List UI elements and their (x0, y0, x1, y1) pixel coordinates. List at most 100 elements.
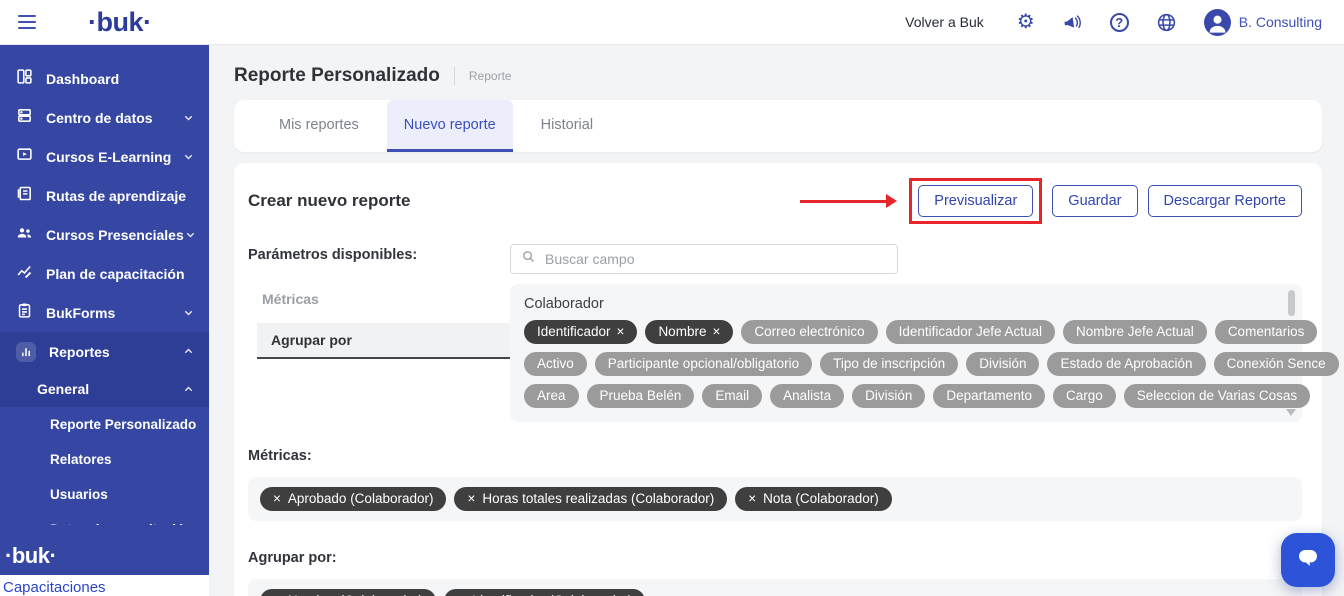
previsualizar-button[interactable]: Previsualizar (918, 185, 1033, 217)
tab-mis-reportes[interactable]: Mis reportes (262, 100, 376, 152)
chevron-up-icon (182, 345, 195, 358)
field-chip-selected[interactable]: Nombre× (645, 320, 733, 344)
field-chip[interactable]: Participante opcional/obligatorio (595, 352, 812, 376)
sidebar-item-relatores[interactable]: Relatores (0, 442, 209, 477)
remove-icon: × (467, 491, 475, 506)
parameters-left-column: Parámetros disponibles: Métricas Agrupar… (248, 244, 510, 422)
field-chip[interactable]: División (966, 352, 1039, 376)
sidebar-item-reportes[interactable]: Reportes (0, 332, 209, 371)
megaphone-icon[interactable] (1062, 12, 1083, 33)
field-chip[interactable]: Comentarios (1215, 320, 1318, 344)
breadcrumb: Reporte (469, 69, 512, 83)
sidebar-item-bukforms[interactable]: BukForms (0, 293, 209, 332)
help-icon[interactable]: ? (1110, 13, 1129, 32)
available-fields-panel: Colaborador Identificador× Nombre× Corre… (510, 284, 1302, 422)
sidebar-item-clipped[interactable]: Datos de capacitación (0, 512, 209, 525)
field-chip[interactable]: División (852, 384, 925, 408)
sidebar-item-label: Reportes (49, 344, 110, 360)
group-chip[interactable]: ×Nombre (Colaborador) (260, 589, 436, 596)
field-chip[interactable]: Analista (770, 384, 844, 408)
search-field (510, 244, 898, 274)
metric-chip[interactable]: ×Nota (Colaborador) (735, 487, 891, 511)
metric-chip[interactable]: ×Aprobado (Colaborador) (260, 487, 446, 511)
annotation-arrow (800, 194, 897, 208)
metricas-selected-panel: ×Aprobado (Colaborador) ×Horas totales r… (248, 477, 1302, 521)
sidebar-nav: Dashboard Centro de datos (0, 45, 209, 525)
buk-footer-logo: ·buk· (5, 543, 56, 569)
people-icon (16, 224, 33, 246)
clipboard-icon (16, 302, 33, 324)
remove-icon: × (748, 491, 756, 506)
account-menu[interactable]: B. Consulting (1204, 9, 1322, 36)
sidebar-item-general[interactable]: General (0, 371, 209, 407)
field-chip[interactable]: Departamento (933, 384, 1045, 408)
sidebar-item-label: Centro de datos (46, 110, 153, 126)
annotation-highlight-box: Previsualizar (909, 178, 1042, 224)
video-screen-icon (16, 146, 33, 168)
field-chip[interactable]: Cargo (1053, 384, 1116, 408)
metricas-heading: Métricas: (248, 448, 1302, 464)
field-chip-selected[interactable]: Identificador× (524, 320, 637, 344)
field-chip[interactable]: Activo (524, 352, 587, 376)
chevron-up-icon (182, 383, 195, 396)
field-chip-row: Area Prueba Belén Email Analista Divisió… (524, 384, 1276, 408)
top-header: ·buk· Volver a Buk ⚙ ? (0, 0, 1344, 45)
field-chip[interactable]: Nombre Jefe Actual (1063, 320, 1207, 344)
menu-icon[interactable] (18, 15, 36, 29)
sidebar-item-plan-de-capacitacion[interactable]: Plan de capacitación (0, 254, 209, 293)
field-chip[interactable]: Tipo de inscripción (820, 352, 958, 376)
globe-icon[interactable] (1156, 12, 1177, 33)
guardar-button[interactable]: Guardar (1052, 185, 1137, 217)
sidebar-item-cursos-presenciales[interactable]: Cursos Presenciales (0, 215, 209, 254)
field-chip[interactable]: Conexión Sence (1214, 352, 1339, 376)
tab-nuevo-reporte[interactable]: Nuevo reporte (387, 100, 513, 152)
metric-chip[interactable]: ×Horas totales realizadas (Colaborador) (454, 487, 727, 511)
page-title: Reporte Personalizado (234, 65, 440, 87)
remove-icon: × (617, 324, 625, 339)
sidebar-item-reporte-personalizado[interactable]: Reporte Personalizado (0, 407, 209, 442)
settings-icon[interactable]: ⚙ (1017, 12, 1035, 32)
account-name: B. Consulting (1239, 14, 1322, 30)
field-chip-row: Activo Participante opcional/obligatorio… (524, 352, 1276, 376)
sidebar-item-rutas-de-aprendizaje[interactable]: Rutas de aprendizaje (0, 176, 209, 215)
sidebar-item-label: Dashboard (46, 71, 119, 87)
field-chip[interactable]: Area (524, 384, 579, 408)
sidebar-item-cursos-elearning[interactable]: Cursos E-Learning (0, 137, 209, 176)
volver-a-buk-link[interactable]: Volver a Buk (905, 14, 984, 30)
parameters-section: Parámetros disponibles: Métricas Agrupar… (248, 244, 1302, 422)
main-content: Reporte Personalizado Reporte Mis report… (209, 45, 1344, 596)
tab-historial[interactable]: Historial (524, 100, 610, 152)
param-tab-metricas[interactable]: Métricas (248, 283, 510, 317)
descargar-reporte-button[interactable]: Descargar Reporte (1148, 185, 1303, 217)
field-chip[interactable]: Estado de Aprobación (1047, 352, 1205, 376)
group-chip[interactable]: ×Identificador (Colaborador) (444, 589, 645, 596)
panel-scroll-down-arrow[interactable] (1286, 409, 1296, 416)
app-window: ·buk· Volver a Buk ⚙ ? (0, 0, 1344, 596)
field-chip[interactable]: Prueba Belén (587, 384, 695, 408)
field-chip[interactable]: Correo electrónico (741, 320, 877, 344)
field-chip-row: Identificador× Nombre× Correo electrónic… (524, 320, 1276, 344)
card-header: Crear nuevo reporte Previsualizar Guarda… (248, 178, 1302, 224)
sidebar-item-centro-de-datos[interactable]: Centro de datos (0, 98, 209, 137)
param-tab-agrupar-por[interactable]: Agrupar por (257, 323, 510, 359)
report-tabs: Mis reportes Nuevo reporte Historial (234, 100, 1322, 152)
field-chip[interactable]: Identificador Jefe Actual (886, 320, 1055, 344)
card-title: Crear nuevo reporte (248, 191, 411, 211)
agrupar-por-heading: Agrupar por: (248, 550, 1302, 566)
capacitaciones-link[interactable]: Capacitaciones (0, 575, 209, 596)
panel-scrollbar-thumb[interactable] (1288, 290, 1295, 316)
header-actions: Volver a Buk ⚙ ? (905, 9, 1344, 36)
remove-icon: × (273, 491, 281, 506)
sidebar-item-usuarios[interactable]: Usuarios (0, 477, 209, 512)
create-report-card: Crear nuevo reporte Previsualizar Guarda… (234, 163, 1322, 596)
search-input[interactable] (545, 251, 887, 267)
chart-pencil-icon (16, 263, 33, 285)
avatar (1204, 9, 1231, 36)
field-chip[interactable]: Seleccion de Varias Cosas (1124, 384, 1310, 408)
chat-bubble-icon (1294, 544, 1322, 577)
chat-widget-button[interactable] (1281, 533, 1335, 587)
buk-logo: ·buk· (88, 7, 151, 38)
sidebar-item-dashboard[interactable]: Dashboard (0, 59, 209, 98)
sidebar-item-label: Cursos E-Learning (46, 149, 171, 165)
field-chip[interactable]: Email (702, 384, 762, 408)
